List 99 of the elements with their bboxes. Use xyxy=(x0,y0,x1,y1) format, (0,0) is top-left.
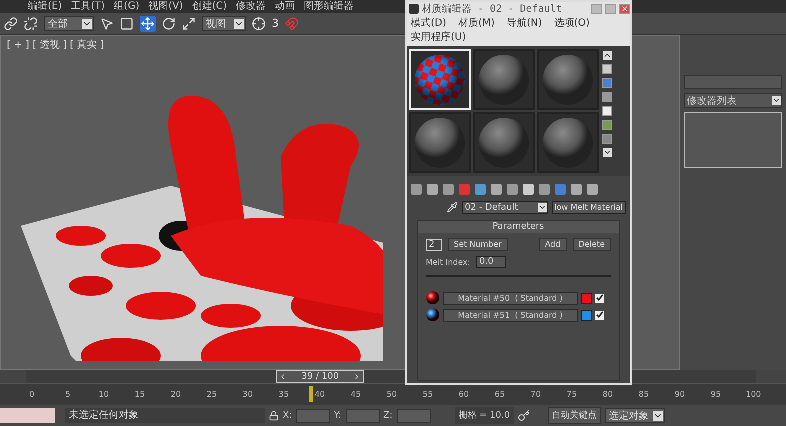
dropdown-arrow-icon[interactable] xyxy=(234,18,244,28)
tick-label: 50 xyxy=(386,390,398,399)
material-ball-icon xyxy=(426,291,440,305)
tick-label: 40 xyxy=(314,390,326,399)
move-icon[interactable] xyxy=(140,16,156,32)
z-label: Z: xyxy=(384,410,393,420)
rollout-title[interactable]: Parameters xyxy=(418,221,619,233)
menu-item[interactable]: 选项(O) xyxy=(554,17,590,31)
tick-label: 0 xyxy=(28,390,36,399)
scroll-down-icon[interactable] xyxy=(602,148,612,157)
tick-label: 20 xyxy=(170,390,182,399)
object-name-field[interactable] xyxy=(684,75,782,89)
tick-label: 75 xyxy=(566,390,578,399)
lock-icon[interactable] xyxy=(269,410,279,420)
material-ball-icon xyxy=(426,308,440,322)
tick-label: 55 xyxy=(422,390,434,399)
grid-size-text: 栅格 = 10.0 xyxy=(454,407,514,424)
y-label: Y: xyxy=(334,410,342,420)
window-title: 材质编辑器 - 02 - Default xyxy=(422,2,564,16)
tick-label: 15 xyxy=(134,390,146,399)
melt-index-label: Melt Index: xyxy=(426,258,470,266)
modifier-stack[interactable] xyxy=(684,112,782,168)
modifier-list-dropdown[interactable]: 修改器列表 xyxy=(684,93,782,108)
rectangle-select-icon[interactable] xyxy=(120,16,134,30)
sphere-icon xyxy=(478,54,530,106)
menu-item[interactable]: 修改器 xyxy=(236,0,266,12)
select-icon[interactable] xyxy=(100,16,114,30)
rotate-icon[interactable] xyxy=(162,16,176,30)
magnet-icon[interactable] xyxy=(285,16,299,30)
scale-icon[interactable] xyxy=(182,16,196,30)
tick-label: 90 xyxy=(674,390,686,399)
material-name-dropdown[interactable]: 02 - Default xyxy=(462,201,548,214)
selection-filter-dropdown[interactable]: 全部 xyxy=(44,16,94,31)
viewport-label[interactable]: [ + ] [ 透视 ] [ 真实 ] xyxy=(7,38,104,52)
sphere-icon xyxy=(542,54,594,106)
sphere-icon xyxy=(478,116,530,168)
tick-label: 65 xyxy=(494,390,506,399)
tick-label: 35 xyxy=(278,390,290,399)
x-label: X: xyxy=(283,410,292,420)
auto-key-button[interactable]: 自动关键点 xyxy=(548,407,602,424)
menu-item[interactable]: 创建(C) xyxy=(192,0,228,12)
dropdown-arrow-icon[interactable] xyxy=(538,203,547,212)
reference-coordinate-dropdown[interactable]: 视图 xyxy=(202,16,246,31)
key-icon[interactable] xyxy=(518,410,530,422)
time-slider[interactable]: 39 / 100 xyxy=(276,370,364,383)
menu-item[interactable]: 视图(V) xyxy=(148,0,184,12)
add-button[interactable]: Add xyxy=(539,238,567,251)
tick-label: 30 xyxy=(242,390,254,399)
sphere-icon xyxy=(414,116,466,168)
dropdown-arrow-icon[interactable] xyxy=(82,18,92,28)
sphere-icon xyxy=(542,116,594,168)
tick-label: 25 xyxy=(206,390,218,399)
checker-sphere-icon xyxy=(414,54,466,106)
menu-item[interactable]: 模式(D) xyxy=(411,17,447,31)
count-field[interactable]: 2 xyxy=(426,238,442,250)
color-swatch[interactable] xyxy=(581,310,592,320)
dropdown-arrow-icon[interactable] xyxy=(772,96,781,105)
tick-label: 80 xyxy=(602,390,614,399)
tick-label: 85 xyxy=(638,390,650,399)
tick-label: 10 xyxy=(98,390,110,399)
set-number-button[interactable]: Set Number xyxy=(448,238,508,251)
menu-item[interactable]: 组(G) xyxy=(114,0,140,12)
enable-checkbox[interactable] xyxy=(595,310,604,320)
unlink-icon[interactable] xyxy=(24,16,38,30)
melt-index-field[interactable]: 0.0 xyxy=(476,256,506,268)
material-button[interactable]: Material #50 ( Standard ) xyxy=(443,292,578,304)
enable-checkbox[interactable] xyxy=(595,294,604,302)
menu-item[interactable]: 动画 xyxy=(275,0,296,12)
scroll-up-icon[interactable] xyxy=(602,51,612,60)
tick-label: 45 xyxy=(350,390,362,399)
tick-label: 95 xyxy=(710,390,722,399)
z-field[interactable] xyxy=(396,408,431,422)
script-listener-field[interactable] xyxy=(0,408,55,423)
check-icon xyxy=(596,311,604,319)
frame-marker xyxy=(308,386,313,402)
status-prompt: 未选定任何对象 xyxy=(65,408,265,423)
color-swatch[interactable] xyxy=(581,292,592,304)
tick-label: 5 xyxy=(64,390,72,399)
delete-button[interactable]: Delete xyxy=(572,238,611,251)
tick-label: 70 xyxy=(530,390,542,399)
pivot-icon[interactable] xyxy=(252,16,266,30)
menu-item[interactable]: 材质(M) xyxy=(458,17,495,31)
snap-toggle[interactable]: 3 xyxy=(272,17,279,30)
y-field[interactable] xyxy=(346,408,380,422)
key-filter-dropdown[interactable]: 选定对象 xyxy=(605,408,666,423)
menu-item[interactable]: 图形编辑器 xyxy=(304,0,354,12)
timeline-ruler[interactable]: 0 5 10 15 20 25 30 35 40 45 50 55 60 65 70 75 80 85 90 95 100 xyxy=(0,383,786,405)
menu-item[interactable]: 导航(N) xyxy=(506,17,542,31)
menu-item[interactable]: 工具(T) xyxy=(71,0,106,12)
link-icon[interactable] xyxy=(4,16,18,30)
tick-label: 60 xyxy=(458,390,470,399)
x-field[interactable] xyxy=(296,408,330,422)
dropdown-arrow-icon[interactable] xyxy=(653,410,664,420)
check-icon xyxy=(596,294,604,302)
menu-item[interactable]: 编辑(E) xyxy=(28,0,62,12)
frame-reading: 39 / 100 xyxy=(302,372,340,382)
eyedropper-icon[interactable] xyxy=(447,202,458,213)
material-button[interactable]: Material #51 ( Standard ) xyxy=(443,308,578,322)
material-type-button[interactable]: low Melt Material xyxy=(552,201,626,214)
